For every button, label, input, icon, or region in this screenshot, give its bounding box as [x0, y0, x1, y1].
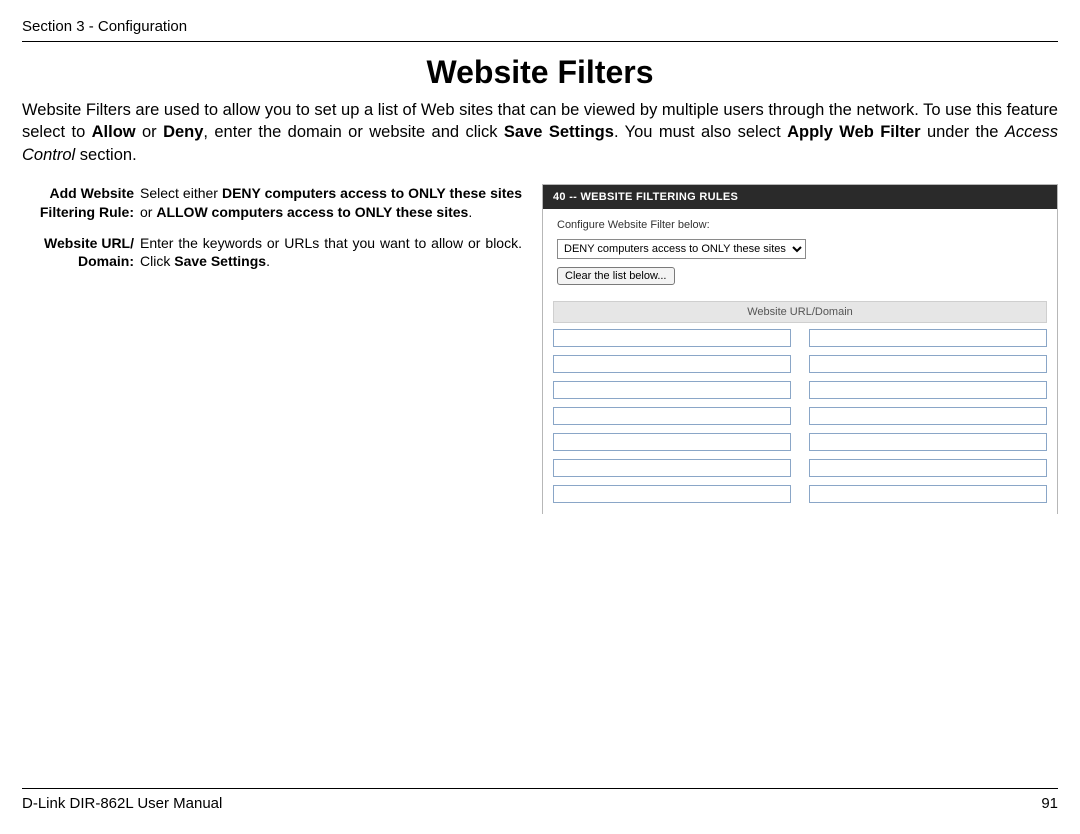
definition-label: Add Website Filtering Rule: — [22, 184, 140, 222]
def-label-line-1: Website URL/ — [44, 235, 134, 251]
intro-paragraph: Website Filters are used to allow you to… — [22, 99, 1058, 166]
intro-apply-bold: Apply Web Filter — [787, 123, 920, 141]
intro-allow-bold: Allow — [92, 123, 136, 141]
url-input[interactable] — [809, 433, 1047, 451]
url-input[interactable] — [553, 381, 791, 399]
url-input[interactable] — [553, 355, 791, 373]
panel-titlebar: 40 -- WEBSITE FILTERING RULES — [543, 185, 1057, 209]
definition-label: Website URL/ Domain: — [22, 234, 140, 272]
filter-mode-select[interactable]: DENY computers access to ONLY these site… — [557, 239, 806, 259]
url-grid-row — [553, 355, 1047, 373]
footer-page-number: 91 — [1041, 795, 1058, 812]
definition-value: Select either DENY computers access to O… — [140, 184, 522, 222]
url-grid-row — [553, 485, 1047, 503]
intro-text-3: , enter the domain or website and click — [203, 123, 504, 141]
intro-deny-bold: Deny — [163, 123, 203, 141]
intro-text-6: section. — [75, 146, 136, 164]
def-label-line-2: Filtering Rule: — [40, 204, 134, 220]
def-val-b1: DENY computers access to ONLY these site… — [222, 185, 522, 201]
definition-row: Add Website Filtering Rule: Select eithe… — [22, 184, 522, 222]
intro-text-5: under the — [921, 123, 1005, 141]
url-input[interactable] — [809, 459, 1047, 477]
url-grid-header: Website URL/Domain — [553, 301, 1047, 323]
url-input[interactable] — [809, 329, 1047, 347]
def-val-b2: ALLOW computers access to ONLY these sit… — [156, 204, 468, 220]
url-grid-row — [553, 433, 1047, 451]
def-val-pre: Select either — [140, 185, 222, 201]
router-screenshot-panel: 40 -- WEBSITE FILTERING RULES Configure … — [542, 184, 1058, 514]
definition-value: Enter the keywords or URLs that you want… — [140, 234, 522, 272]
panel-body: Configure Website Filter below: DENY com… — [543, 209, 1057, 291]
def-val-post: . — [468, 204, 472, 220]
filter-mode-select-wrap: DENY computers access to ONLY these site… — [557, 239, 1045, 259]
intro-text-2: or — [136, 123, 163, 141]
definitions-list: Add Website Filtering Rule: Select eithe… — [22, 184, 522, 514]
url-input[interactable] — [553, 433, 791, 451]
definition-row: Website URL/ Domain: Enter the keywords … — [22, 234, 522, 272]
page-title: Website Filters — [22, 54, 1058, 91]
url-input[interactable] — [809, 485, 1047, 503]
def-val-mid: or — [140, 204, 156, 220]
def-val-post: . — [266, 253, 270, 269]
url-grid-row — [553, 459, 1047, 477]
def-label-line-2: Domain: — [78, 253, 134, 269]
intro-text-4: . You must also select — [614, 123, 787, 141]
clear-list-button[interactable]: Clear the list below... — [557, 267, 675, 285]
url-grid-row — [553, 407, 1047, 425]
def-label-line-1: Add Website — [49, 185, 134, 201]
url-grid-row — [553, 381, 1047, 399]
configure-label: Configure Website Filter below: — [557, 219, 1045, 231]
def-val-b: Save Settings — [174, 253, 266, 269]
url-input[interactable] — [553, 329, 791, 347]
page-footer: D-Link DIR-862L User Manual 91 — [22, 788, 1058, 812]
url-input[interactable] — [553, 485, 791, 503]
url-input[interactable] — [809, 355, 1047, 373]
url-grid: Website URL/Domain — [543, 301, 1057, 503]
url-grid-row — [553, 329, 1047, 347]
url-input[interactable] — [553, 459, 791, 477]
content-row: Add Website Filtering Rule: Select eithe… — [22, 184, 1058, 514]
url-input[interactable] — [809, 381, 1047, 399]
url-input[interactable] — [553, 407, 791, 425]
footer-manual-name: D-Link DIR-862L User Manual — [22, 795, 222, 812]
section-header: Section 3 - Configuration — [22, 18, 1058, 42]
intro-save-bold: Save Settings — [504, 123, 614, 141]
url-input[interactable] — [809, 407, 1047, 425]
